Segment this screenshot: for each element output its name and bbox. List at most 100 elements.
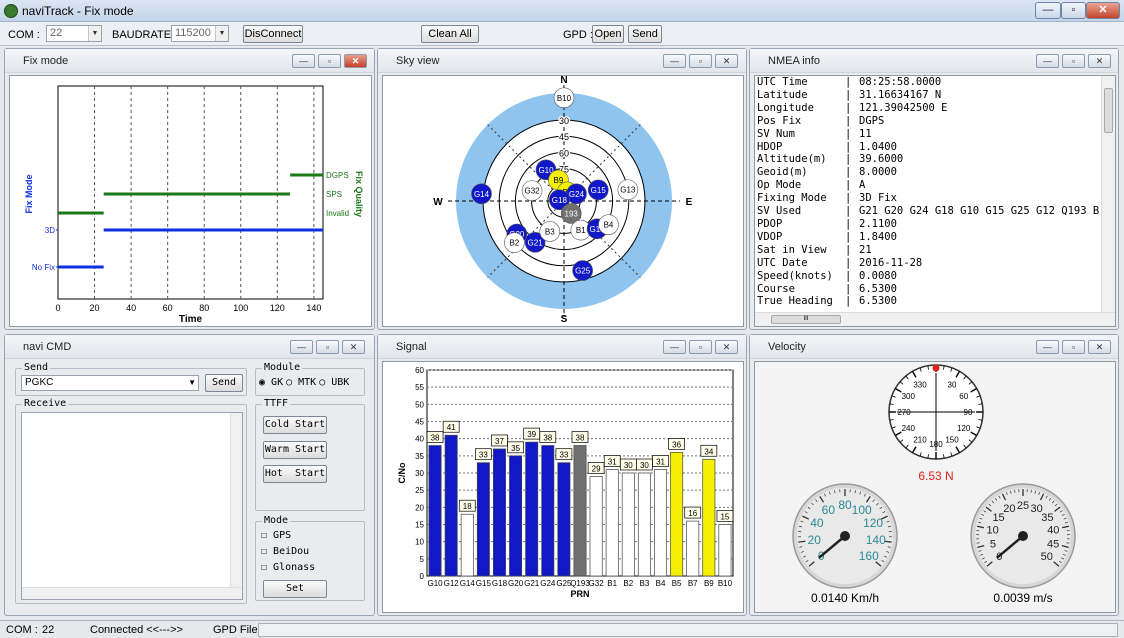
receive-text-area[interactable] — [21, 412, 243, 600]
panel-minimize-button[interactable]: — — [1036, 54, 1059, 68]
compass-tick-label: 330 — [913, 380, 927, 389]
sky-view-area: NSEW3045607590G10B9B5G24G15G13G32G18G14B… — [382, 75, 744, 327]
signal-y-tick: 40 — [415, 435, 424, 444]
chevron-down-icon: ▼ — [215, 26, 228, 41]
cmd-panel-header: navi CMD — ▫ ✕ — [5, 335, 374, 359]
nmea-key: Pos Fix — [757, 114, 802, 127]
nmea-value: 39.6000 — [859, 153, 904, 166]
status-connected: Connected <<--->> — [90, 624, 183, 636]
sky-view-plot: NSEW3045607590G10B9B5G24G15G13G32G18G14B… — [433, 75, 692, 325]
fix-x-tick: 20 — [90, 303, 100, 313]
panel-restore-button[interactable]: ▫ — [1062, 54, 1085, 68]
nmea-row: Latitude | 31.16634167 N — [757, 89, 1101, 102]
gpd-open-button[interactable]: Open — [592, 25, 624, 43]
warm-start-button[interactable]: Warm Start — [263, 441, 327, 459]
mode-checkbox-glonass[interactable]: ☐ Glonass — [261, 562, 315, 578]
signal-bar — [637, 472, 651, 577]
panel-minimize-button[interactable]: — — [663, 340, 686, 354]
signal-x-tick: B3 — [640, 579, 650, 588]
receive-horizontal-scrollbar[interactable] — [22, 587, 242, 599]
nmea-value: 1.0400 — [859, 140, 897, 153]
nmea-value: A — [859, 179, 866, 192]
disconnect-button[interactable]: DisConnect — [243, 25, 303, 43]
nmea-key: Altitude(m) — [757, 153, 827, 166]
nmea-row: Course | 6.5300 — [757, 283, 1101, 296]
module-radio-ubk[interactable]: ○ UBK — [319, 377, 349, 388]
signal-bar — [460, 513, 474, 577]
status-com-label: COM : — [6, 624, 38, 636]
nmea-separator: | — [845, 256, 852, 269]
module-group-label: Module — [262, 362, 303, 373]
panel-restore-button[interactable]: ▫ — [318, 54, 341, 68]
module-radio-gk[interactable]: ◉ GK — [259, 377, 283, 388]
close-window-button[interactable]: ✕ — [1086, 2, 1120, 19]
signal-chart-area: 0 5 10 15 20 25 30 35 40 45 50 55 60 C/No 38 G10 41 G12 18… — [382, 361, 744, 613]
cold-start-button[interactable]: Cold Start — [263, 416, 327, 434]
signal-x-tick: G24 — [540, 579, 556, 588]
nmea-separator: | — [845, 269, 852, 282]
panel-close-button[interactable]: ✕ — [344, 54, 367, 68]
signal-bar — [541, 445, 555, 577]
signal-bar — [686, 520, 700, 577]
send-button[interactable]: Send — [205, 374, 243, 392]
nmea-panel-header: NMEA info — ▫ ✕ — [750, 49, 1118, 73]
panel-close-button[interactable]: ✕ — [1088, 340, 1111, 354]
sky-view-panel-title: Sky view — [396, 55, 440, 67]
toolbar: COM : 22 ▼ BAUDRATE : 115200 ▼ DisConnect … — [0, 22, 1124, 46]
panel-restore-button[interactable]: ▫ — [689, 54, 712, 68]
nmea-key: Course — [757, 282, 795, 295]
sky-satellite-label: B3 — [545, 227, 555, 236]
compass-tick-label: 240 — [902, 424, 916, 433]
mode-checkbox-beidou[interactable]: ☐ BeiDou — [261, 546, 315, 562]
minimize-window-button[interactable]: — — [1035, 2, 1061, 19]
panel-restore-button[interactable]: ▫ — [316, 340, 339, 354]
speed-kmh-gauge-tick-label: 100 — [852, 503, 872, 517]
panel-restore-button[interactable]: ▫ — [1062, 340, 1085, 354]
speed-kmh-gauge-tick-label: 160 — [859, 549, 879, 563]
gpd-send-button[interactable]: Send — [628, 25, 662, 43]
nmea-horizontal-scrollbar[interactable]: III — [755, 312, 1115, 326]
baudrate-select[interactable]: 115200 ▼ — [171, 25, 229, 42]
nmea-row: Longitude | 121.39042500 E — [757, 102, 1101, 115]
signal-value-label: 16 — [688, 509, 697, 518]
signal-bar — [670, 452, 684, 577]
panel-minimize-button[interactable]: — — [292, 54, 315, 68]
fix-mode-panel-title: Fix mode — [23, 55, 69, 67]
signal-bar — [654, 469, 667, 577]
fix-mode-panel: Fix mode — ▫ ✕ 0 20 40 60 80 100 120 140 Time Fix… — [4, 48, 375, 330]
set-button[interactable]: Set — [263, 580, 327, 598]
send-group: Send PGKC ▼ Send — [15, 362, 247, 396]
fix-x-tick: 120 — [270, 303, 285, 313]
sky-satellite-label: G15 — [591, 186, 607, 195]
cmd-panel-title: navi CMD — [23, 341, 72, 353]
panel-close-button[interactable]: ✕ — [1088, 54, 1111, 68]
fix-x-tick: 60 — [163, 303, 173, 313]
panel-minimize-button[interactable]: — — [663, 54, 686, 68]
nmea-separator: | — [845, 114, 852, 127]
speed-ms-gauge-tick-label: 20 — [1003, 503, 1015, 515]
nmea-value: 08:25:58.0000 — [859, 76, 942, 88]
panel-close-button[interactable]: ✕ — [715, 54, 738, 68]
send-command-select[interactable]: PGKC ▼ — [21, 375, 199, 391]
maximize-window-button[interactable]: ▫ — [1061, 2, 1086, 19]
scroll-thumb[interactable] — [1104, 88, 1113, 133]
receive-vertical-scrollbar[interactable] — [230, 413, 242, 587]
nmea-separator: | — [845, 101, 852, 114]
module-radio-mtk[interactable]: ○ MTK — [286, 377, 316, 388]
clean-all-button[interactable]: Clean All — [421, 25, 479, 43]
nmea-key: PDOP — [757, 217, 783, 230]
nmea-value: G21 G20 G24 G18 G10 G15 G25 G12 Q193 B — [859, 205, 1100, 218]
nmea-vertical-scrollbar[interactable] — [1101, 76, 1115, 312]
com-port-select[interactable]: 22 ▼ — [46, 25, 102, 42]
panel-close-button[interactable]: ✕ — [715, 340, 738, 354]
panel-restore-button[interactable]: ▫ — [689, 340, 712, 354]
fix-x-tick: 40 — [126, 303, 136, 313]
hot-start-button[interactable]: Hot Start — [263, 465, 327, 483]
panel-minimize-button[interactable]: — — [290, 340, 313, 354]
panel-minimize-button[interactable]: — — [1036, 340, 1059, 354]
signal-x-tick: B10 — [718, 579, 733, 588]
mode-checkbox-gps[interactable]: ☐ GPS — [261, 530, 315, 546]
hscroll-thumb[interactable]: III — [771, 315, 841, 324]
panel-close-button[interactable]: ✕ — [342, 340, 365, 354]
nmea-text-area[interactable]: UTC Time | 08:25:58.0000 Latitude | 31.166341… — [754, 75, 1116, 327]
